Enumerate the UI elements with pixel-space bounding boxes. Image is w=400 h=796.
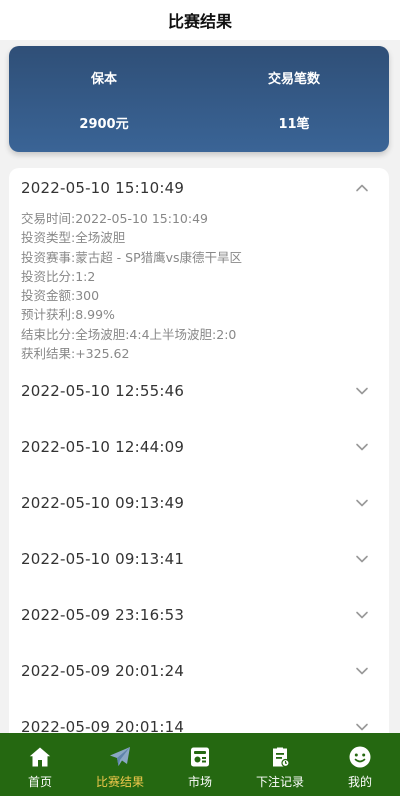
- record-header[interactable]: 2022-05-10 12:55:46: [9, 363, 389, 419]
- record-item[interactable]: 2022-05-09 23:16:53: [9, 587, 389, 643]
- record-date: 2022-05-10 09:13:41: [21, 550, 185, 569]
- tab-profile[interactable]: 我的: [320, 733, 400, 796]
- record-header[interactable]: 2022-05-09 23:16:53: [9, 587, 389, 643]
- detail-match: 投资赛事:蒙古超 - SP猎鹰vs康德干旱区: [21, 249, 243, 265]
- record-header[interactable]: 2022-05-10 09:13:49: [9, 475, 389, 531]
- detail-profit-result: 获利结果:+325.62: [21, 346, 130, 362]
- top-bar: 比赛结果: [0, 0, 400, 40]
- chevron-down-icon[interactable]: [355, 552, 369, 566]
- record-date: 2022-05-10 09:13:49: [21, 494, 185, 513]
- detail-trade-time: 交易时间:2022-05-10 15:10:49: [21, 211, 208, 226]
- tab-label: 市场: [187, 775, 212, 789]
- summary-card: 保本 2900元 交易笔数 11笔: [9, 46, 389, 152]
- chevron-up-icon[interactable]: [355, 181, 369, 195]
- detail-final-score: 结束比分:全场波胆:4:4上半场波胆:2:0: [21, 326, 237, 342]
- tab-label: 我的: [347, 775, 372, 789]
- tab-bet-records[interactable]: 下注记录: [240, 733, 320, 796]
- tab-home[interactable]: 首页: [0, 733, 80, 796]
- detail-amount: 投资金额:300: [21, 288, 100, 304]
- detail-expected-profit: 预计获利:8.99%: [21, 307, 115, 323]
- record-header[interactable]: 2022-05-10 09:13:41: [9, 531, 389, 587]
- page-title: 比赛结果: [167, 12, 232, 31]
- trades-value: 11笔: [278, 117, 310, 132]
- bottom-tab-bar: 首页 比赛结果 市场 下注记录 我的: [0, 733, 400, 796]
- clipboard-icon: [273, 747, 290, 768]
- detail-score: 投资比分:1:2: [21, 268, 96, 284]
- smiley-icon: [349, 746, 371, 768]
- record-date: 2022-05-10 15:10:49: [21, 179, 185, 197]
- chevron-down-icon[interactable]: [355, 608, 369, 622]
- record-item[interactable]: 2022-05-10 12:55:46: [9, 363, 389, 419]
- chevron-down-icon[interactable]: [355, 496, 369, 510]
- record-details: 交易时间:2022-05-10 15:10:49 投资类型:全场波胆 投资赛事:…: [9, 209, 389, 363]
- record-date: 2022-05-09 23:16:53: [21, 606, 185, 625]
- paper-plane-icon: [110, 747, 130, 766]
- chevron-down-icon[interactable]: [355, 664, 369, 678]
- tab-results[interactable]: 比赛结果: [80, 733, 160, 796]
- record-header[interactable]: 2022-05-09 20:01:24: [9, 643, 389, 699]
- trades-label: 交易笔数: [267, 72, 320, 87]
- home-icon: [29, 747, 51, 767]
- record-item[interactable]: 2022-05-10 09:13:49: [9, 475, 389, 531]
- record-date: 2022-05-10 12:44:09: [21, 438, 185, 457]
- record-item[interactable]: 2022-05-10 12:44:09: [9, 419, 389, 475]
- tab-market[interactable]: 市场: [160, 733, 240, 796]
- principal-value: 2900元: [79, 117, 129, 132]
- tab-label: 比赛结果: [95, 775, 144, 789]
- market-icon: [191, 747, 209, 767]
- tab-label: 首页: [27, 775, 52, 789]
- chevron-down-icon[interactable]: [355, 384, 369, 398]
- record-header[interactable]: 2022-05-10 12:44:09: [9, 419, 389, 475]
- records-list: 2022-05-10 15:10:49 交易时间:2022-05-10 15:1…: [9, 168, 389, 768]
- record-item: 2022-05-10 15:10:49 交易时间:2022-05-10 15:1…: [9, 168, 389, 363]
- detail-invest-type: 投资类型:全场波胆: [21, 230, 126, 246]
- chevron-down-icon[interactable]: [355, 440, 369, 454]
- record-header[interactable]: 2022-05-10 15:10:49: [9, 168, 389, 208]
- record-item[interactable]: 2022-05-09 20:01:24: [9, 643, 389, 699]
- record-item[interactable]: 2022-05-10 09:13:41: [9, 531, 389, 587]
- record-date: 2022-05-10 12:55:46: [21, 382, 185, 401]
- principal-label: 保本: [90, 72, 117, 87]
- principal-stat: 保本 2900元: [9, 46, 199, 152]
- record-date: 2022-05-09 20:01:24: [21, 662, 185, 681]
- tab-label: 下注记录: [255, 775, 304, 789]
- trades-stat: 交易笔数 11笔: [199, 46, 389, 152]
